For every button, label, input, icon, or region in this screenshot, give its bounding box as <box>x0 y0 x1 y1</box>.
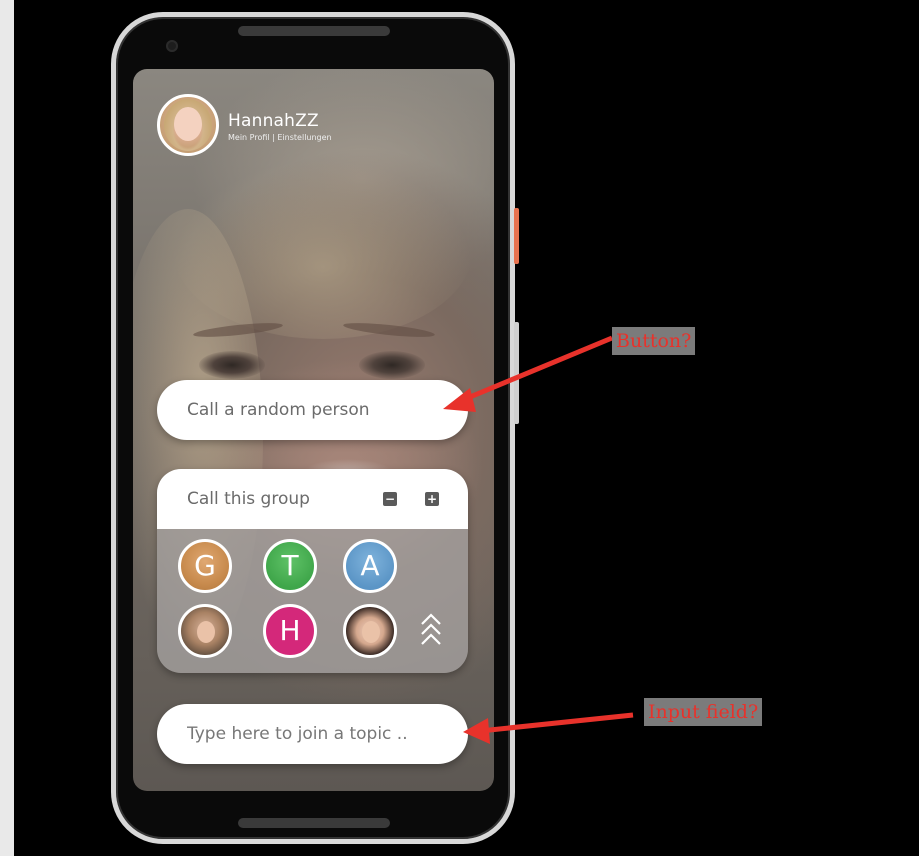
arrow-icon <box>443 335 613 412</box>
annotation-arrows <box>443 335 634 744</box>
annotation-input-label: Input field? <box>644 698 763 726</box>
annotation-button-label: Button? <box>612 327 696 355</box>
arrow-icon <box>463 712 634 744</box>
